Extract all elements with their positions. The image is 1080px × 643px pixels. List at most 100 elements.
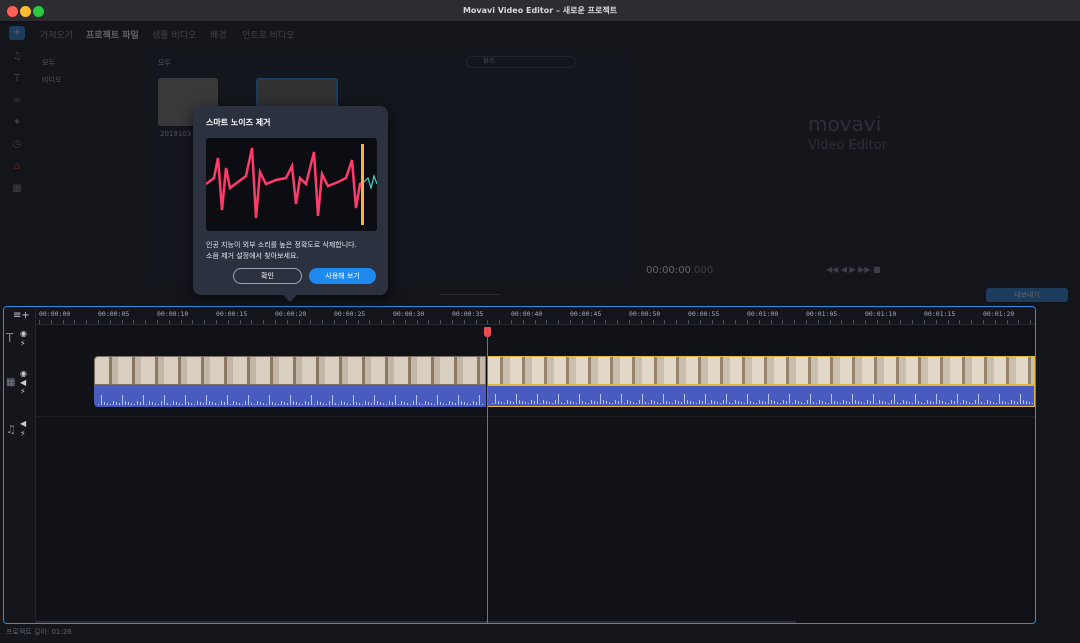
tab-intro-video[interactable]: 인트로 비디오 <box>242 28 295 41</box>
waveform-bar <box>930 401 931 404</box>
try-it-button[interactable]: 사용해 보기 <box>309 268 376 284</box>
ruler-tick <box>1030 320 1032 324</box>
waveform-bar <box>996 403 997 404</box>
add-track-icon[interactable]: ≡+ <box>13 310 30 321</box>
tab-sample-video[interactable]: 샘플 비디오 <box>152 28 196 41</box>
lock-icon[interactable]: ⚡ <box>20 339 26 348</box>
ruler-tick <box>711 320 713 324</box>
waveform-bar <box>290 395 291 405</box>
waveform-bar <box>410 404 411 405</box>
zoom-slider[interactable] <box>440 294 500 295</box>
waveform-bar <box>458 395 459 405</box>
waveform-bar <box>398 404 399 405</box>
tab-import[interactable]: 가져오기 <box>40 28 73 41</box>
waveform-bar <box>224 402 225 405</box>
ruler-tick <box>275 320 276 324</box>
ok-button[interactable]: 확인 <box>233 268 302 284</box>
waveform-bar <box>446 404 447 405</box>
waveform-bar <box>756 403 757 404</box>
effects-icon[interactable]: ✦ <box>9 116 25 130</box>
ruler-tick <box>475 320 477 324</box>
ruler-tick <box>310 320 312 324</box>
ruler-tick <box>168 320 170 324</box>
add-media-icon[interactable]: + <box>9 26 25 40</box>
tab-project-files[interactable]: 프로젝트 파일 <box>86 28 139 41</box>
waveform-bar <box>909 402 910 404</box>
waveform-bar <box>1032 403 1033 404</box>
ruler-tick <box>853 320 855 324</box>
audio-volume-icon[interactable]: ◀ <box>20 419 26 428</box>
waveform-bar <box>987 400 988 404</box>
waveform-bar <box>948 403 949 404</box>
timer-icon[interactable]: ◷ <box>9 138 25 152</box>
video-volume-icon[interactable]: ◀ <box>20 378 26 387</box>
waveform-bar <box>849 402 850 404</box>
waveform-bar <box>549 402 550 404</box>
waveform-bar <box>750 401 751 404</box>
waveform-bar <box>437 395 438 405</box>
waveform-bar <box>789 394 790 404</box>
export-button[interactable]: 내보내기 <box>986 288 1068 302</box>
waveform-bar <box>233 401 234 405</box>
waveform-bar <box>1002 401 1003 404</box>
ruler-label: 00:00:25 <box>334 310 366 318</box>
waveform-bar <box>807 400 808 404</box>
audio-clip-2-selected[interactable] <box>487 385 1035 407</box>
waveform-bar <box>735 400 736 404</box>
waveform-bar <box>960 403 961 404</box>
waveform-bar <box>894 394 895 404</box>
audio-clip-1[interactable] <box>94 385 486 407</box>
video-lock-icon[interactable]: ⚡ <box>20 387 26 396</box>
waveform-bar <box>528 403 529 404</box>
video-clip-2-selected[interactable] <box>487 356 1035 385</box>
search-input[interactable]: 찾기 <box>466 56 576 68</box>
waveform-bar <box>194 404 195 405</box>
waveform-bar <box>558 394 559 404</box>
tab-background[interactable]: 배경 <box>210 28 227 41</box>
ruler-tick <box>817 320 819 324</box>
category-video[interactable]: 비디오 <box>42 75 61 85</box>
ruler-tick <box>286 320 288 324</box>
ruler-tick <box>121 320 123 324</box>
stickers-icon[interactable]: ⌂ <box>9 160 25 174</box>
waveform-bar <box>633 402 634 404</box>
ruler-tick <box>86 320 88 324</box>
audio-lock-icon[interactable]: ⚡ <box>20 429 26 438</box>
waveform-bar <box>825 402 826 404</box>
waveform-bar <box>666 401 667 404</box>
playback-controls[interactable]: ◀◀ ◀ ▶ ▶▶ ■ <box>826 265 881 274</box>
ruler-tick <box>204 320 206 324</box>
waveform-bar <box>374 395 375 405</box>
music-icon[interactable]: ♫ <box>9 50 25 64</box>
ruler-tick <box>735 320 737 324</box>
waveform-bar <box>407 403 408 405</box>
ruler-tick <box>393 320 394 324</box>
waveform-bar <box>846 401 847 404</box>
video-eye-icon[interactable]: ◉ <box>20 369 27 378</box>
waveform-bar <box>362 404 363 405</box>
transitions-icon[interactable]: ∞ <box>9 94 25 108</box>
waveform-bar <box>188 402 189 405</box>
waveform-bar <box>305 401 306 405</box>
waveform-bar <box>630 401 631 404</box>
waveform-bar <box>299 403 300 405</box>
waveform-bar <box>834 401 835 404</box>
video-clip-1[interactable] <box>94 356 486 385</box>
waveform-bar <box>852 394 853 404</box>
horizontal-scrollbar[interactable] <box>36 621 796 623</box>
waveform-bar <box>576 403 577 404</box>
category-all[interactable]: 모두 <box>42 58 55 68</box>
eye-icon[interactable]: ◉ <box>20 329 27 338</box>
playhead[interactable] <box>487 327 488 623</box>
time-ruler[interactable]: 00:00:00 00:00:05 00:00:10 00:00:15 00:00:20… <box>36 307 1035 325</box>
more-tools-icon[interactable]: ▦ <box>9 182 25 196</box>
waveform-bar <box>155 403 156 405</box>
track-divider <box>36 416 1035 417</box>
waveform-bar <box>714 401 715 404</box>
waveform-bar <box>729 402 730 404</box>
waveform-bar <box>516 394 517 404</box>
track-area <box>36 325 1035 623</box>
waveform-bar <box>873 394 874 404</box>
ruler-tick <box>133 320 135 324</box>
text-icon[interactable]: T <box>9 72 25 86</box>
